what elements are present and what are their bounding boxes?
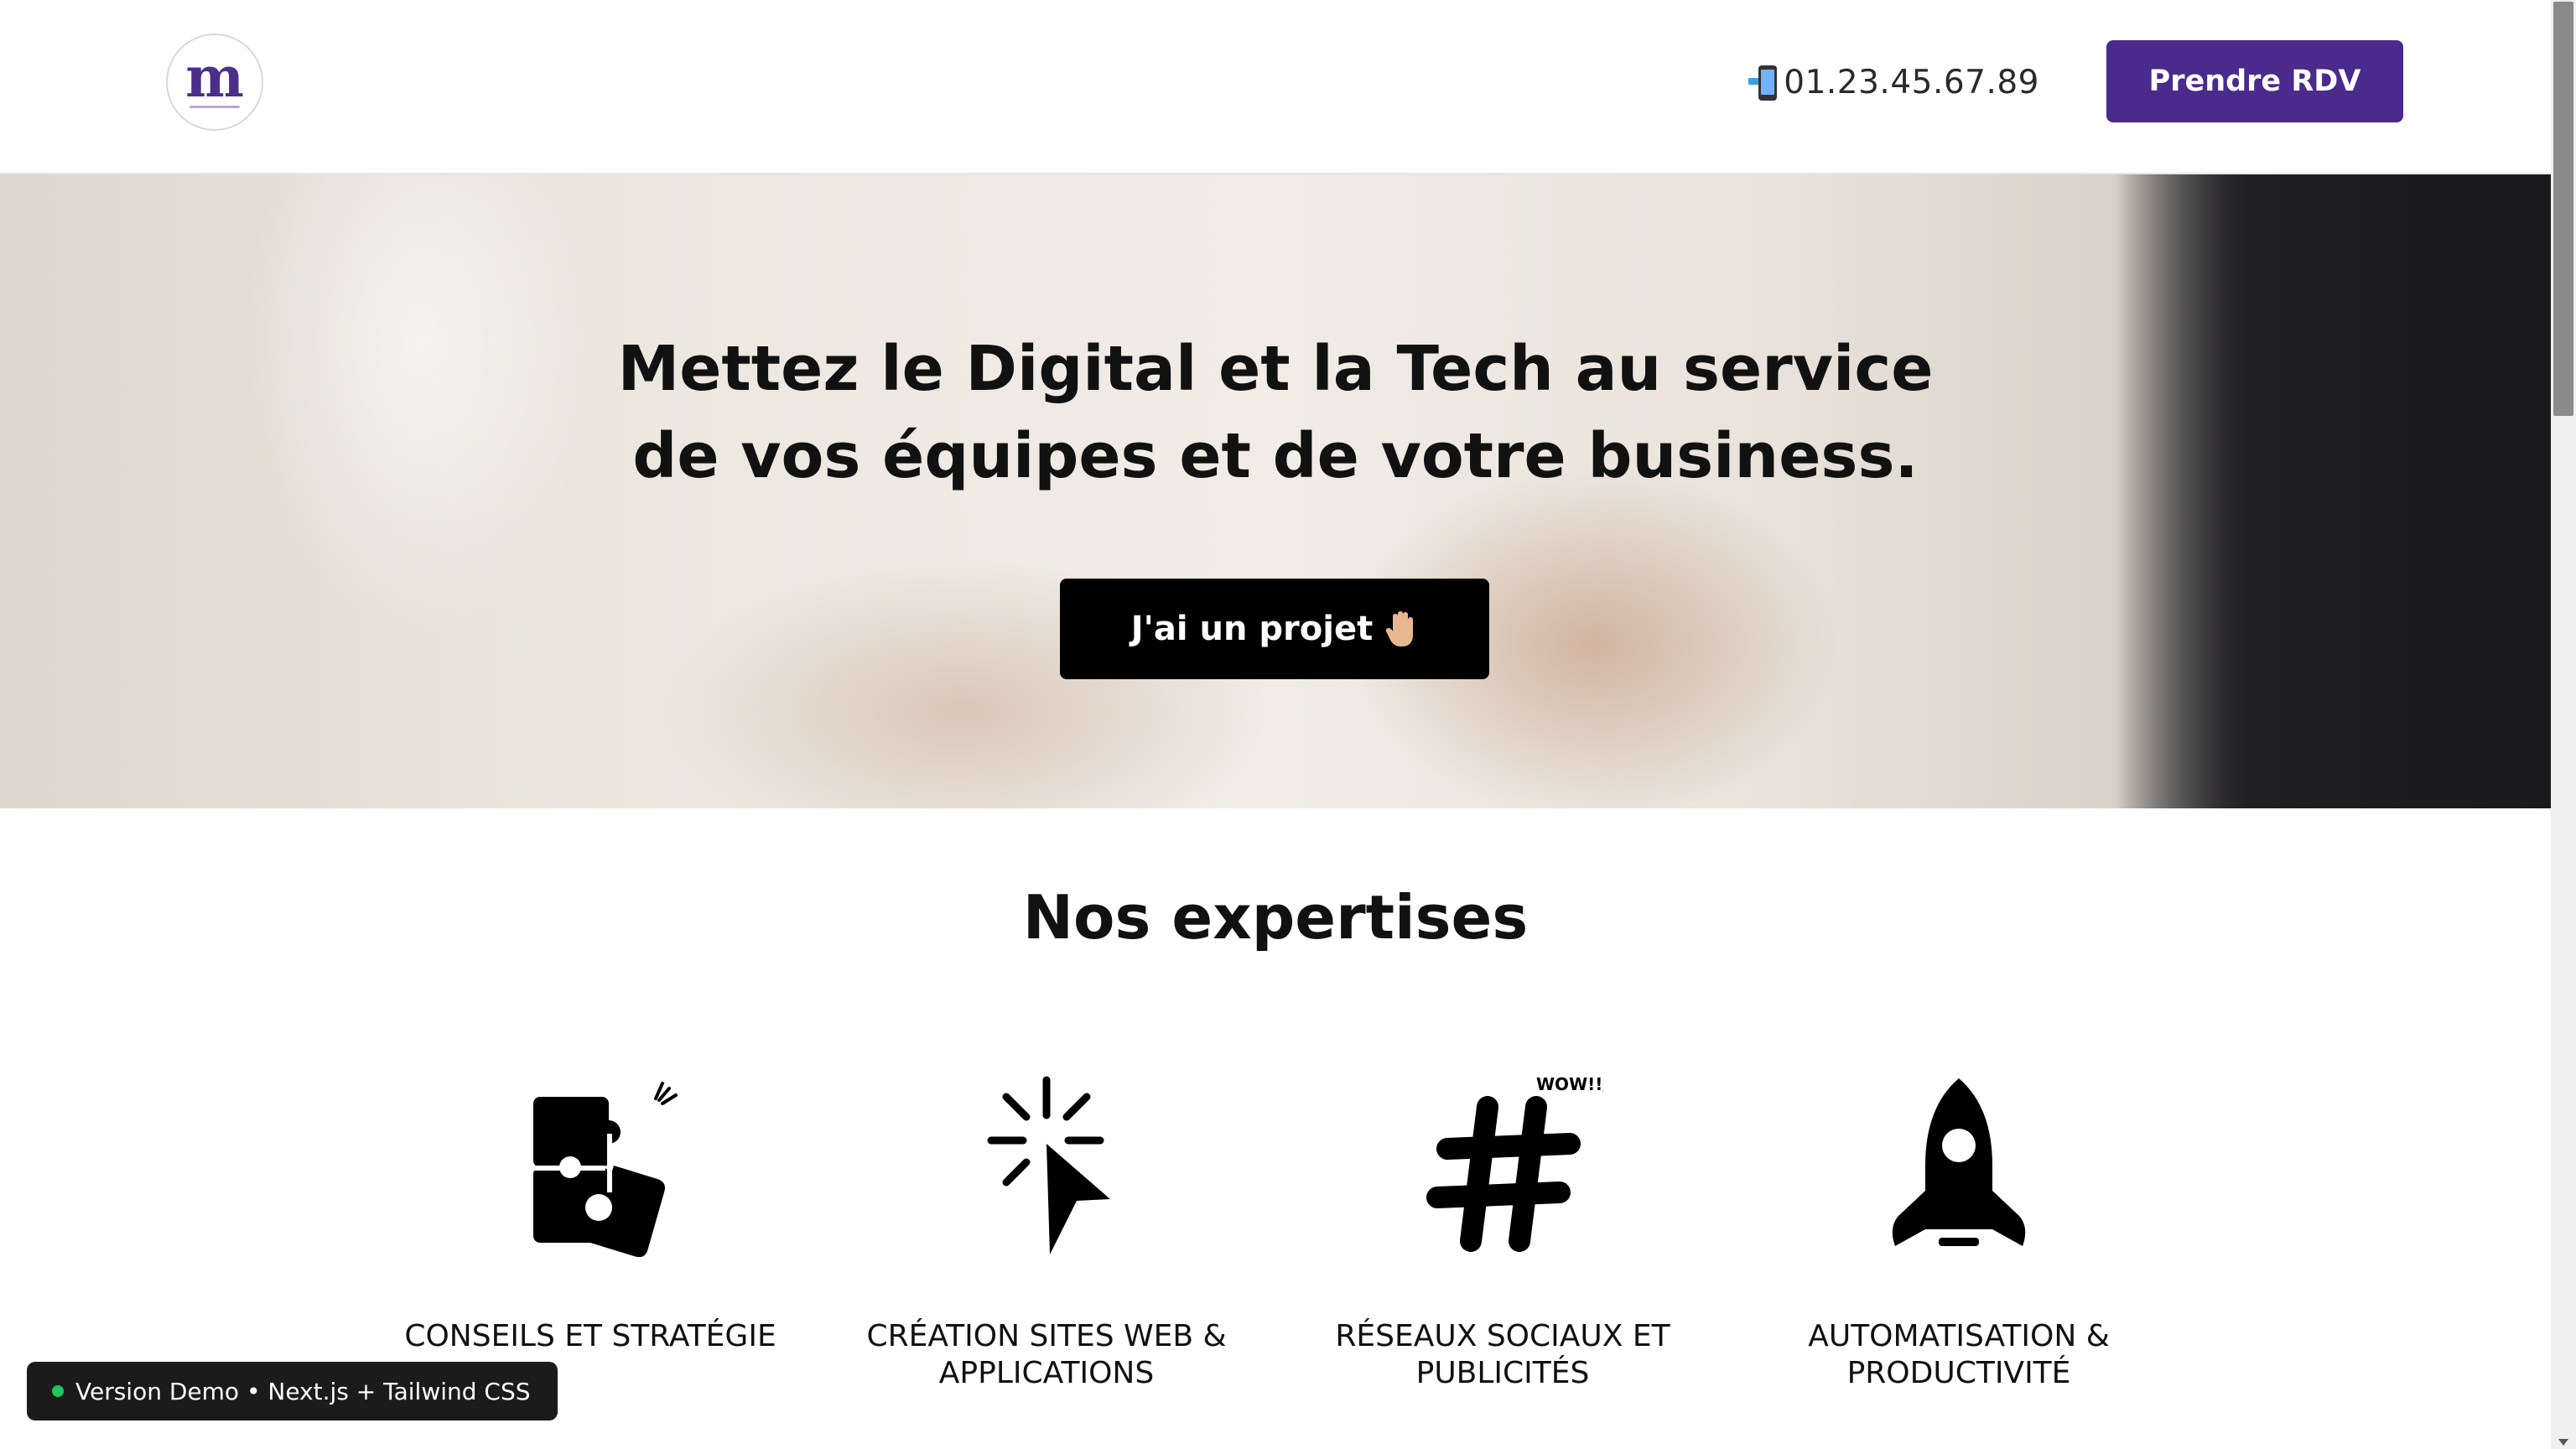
demo-version-badge: Version Demo • Next.js + Tailwind CSS (27, 1362, 558, 1420)
demo-badge-label: Version Demo • Next.js + Tailwind CSS (75, 1377, 531, 1405)
page-scrollbar[interactable] (2551, 0, 2576, 1449)
puzzle-icon (533, 1082, 678, 1258)
hero-section: Mettez le Digital et la Tech au service … (0, 174, 2551, 808)
site-header: m 01.23.45.67.89 Prendre RDV (0, 0, 2551, 174)
expertise-card-automation[interactable]: AUTOMATISATION & PRODUCTIVITÉ (1741, 1065, 2177, 1392)
book-appointment-button[interactable]: Prendre RDV (2106, 40, 2403, 122)
hero-title: Mettez le Digital et la Tech au service … (0, 325, 2551, 500)
hashtag-icon: WOW!!/ (1426, 1074, 1603, 1252)
expertise-label-line-2: PRODUCTIVITÉ (1846, 1356, 2071, 1390)
scrollbar-thumb[interactable] (2553, 2, 2573, 416)
hero-title-line-1: Mettez le Digital et la Tech au service (617, 333, 1934, 405)
expertise-label-line-1: AUTOMATISATION & (1808, 1319, 2110, 1353)
raised-hand-icon (1386, 611, 1414, 647)
hero-title-line-2: de vos équipes et de votre business. (632, 420, 1919, 492)
expertise-label: CONSEILS ET STRATÉGIE (372, 1318, 808, 1355)
cursor-click-icon (987, 1076, 1110, 1254)
mobile-phone-icon (1748, 62, 1778, 102)
expertise-card-strategy[interactable]: CONSEILS ET STRATÉGIE (372, 1065, 808, 1355)
phone-number: 01.23.45.67.89 (1784, 63, 2039, 101)
page: m 01.23.45.67.89 Prendre RDV Mettez le D… (0, 0, 2551, 1449)
wow-text: WOW!!/ (1536, 1074, 1603, 1094)
expertise-card-websites[interactable]: CRÉATION SITES WEB & APPLICATIONS (828, 1065, 1265, 1392)
status-dot-icon (52, 1385, 64, 1397)
expertise-label: CRÉATION SITES WEB & APPLICATIONS (828, 1318, 1265, 1392)
expertise-label-line-2: APPLICATIONS (938, 1356, 1155, 1390)
expertise-card-social[interactable]: WOW!!/ RÉSEAUX SOCIAUX ET PUBLICITÉS (1285, 1065, 1721, 1392)
scroll-down-arrow-icon[interactable] (2558, 1439, 2568, 1446)
expertise-label-line-2: PUBLICITÉS (1415, 1356, 1590, 1390)
expertise-label-line-1: CRÉATION SITES WEB & (866, 1319, 1227, 1353)
phone-link[interactable]: 01.23.45.67.89 (1748, 59, 2039, 106)
project-cta-label: J'ai un projet (1130, 610, 1374, 648)
project-cta-button[interactable]: J'ai un projet (1060, 579, 1489, 679)
expertises-title: Nos expertises (1022, 882, 1529, 953)
logo-letter: m (185, 44, 244, 110)
logo[interactable]: m (166, 34, 263, 131)
expertise-label-line-1: CONSEILS ET STRATÉGIE (404, 1319, 776, 1353)
expertise-label-line-1: RÉSEAUX SOCIAUX ET (1335, 1319, 1670, 1353)
logo-tagline-mark (190, 105, 240, 108)
rocket-icon (1892, 1078, 2026, 1246)
expertise-label: RÉSEAUX SOCIAUX ET PUBLICITÉS (1285, 1318, 1721, 1392)
expertise-label: AUTOMATISATION & PRODUCTIVITÉ (1741, 1318, 2177, 1392)
